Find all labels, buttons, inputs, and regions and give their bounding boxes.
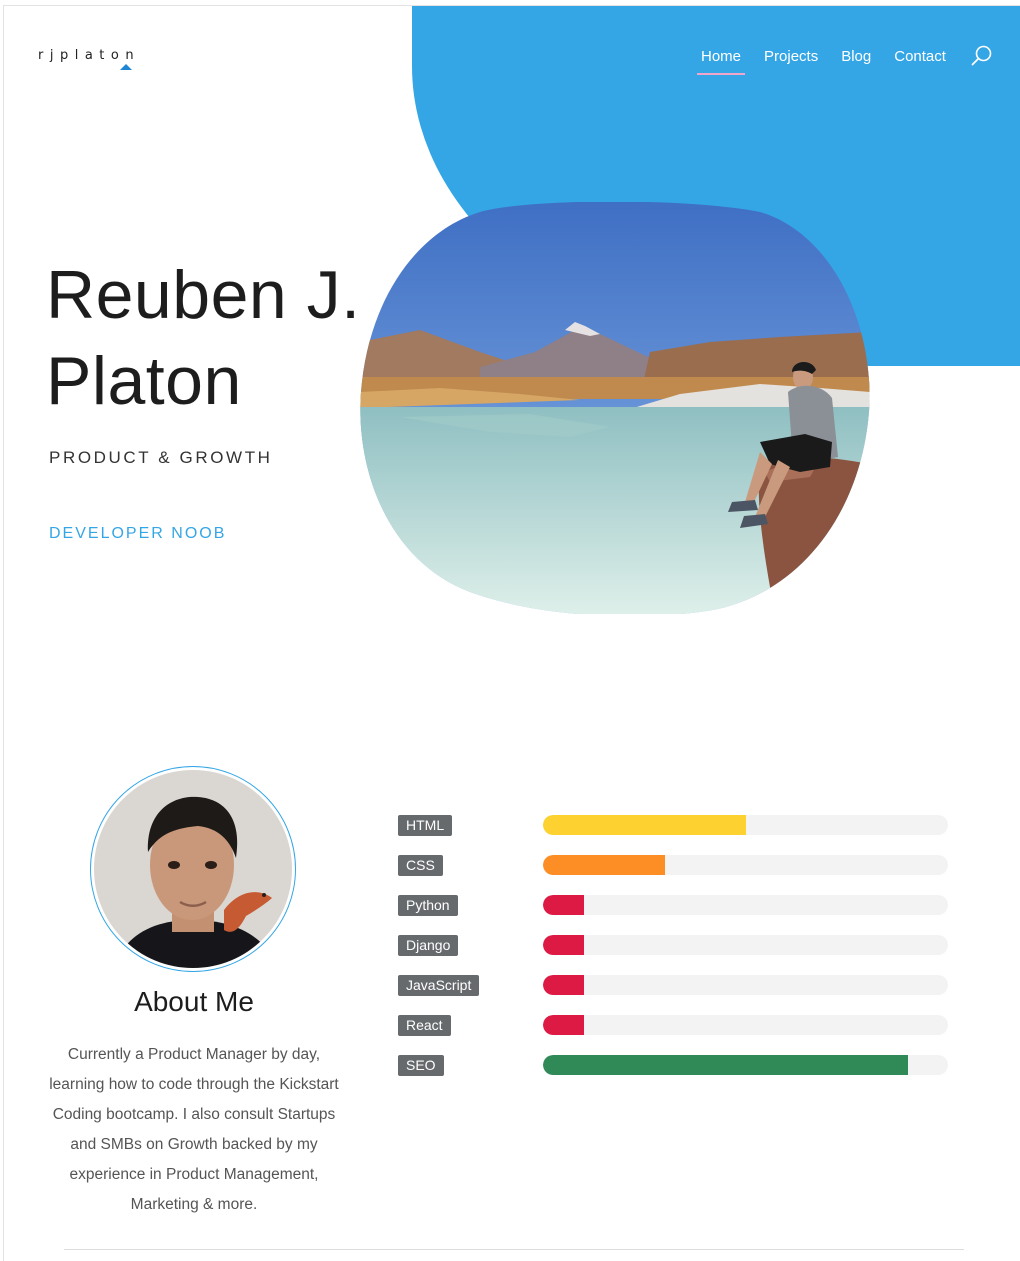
skill-bar-fill — [543, 895, 584, 915]
skill-bar-track — [543, 895, 948, 915]
skill-row: SEO — [398, 1054, 958, 1094]
site-logo[interactable]: rjplaton — [38, 48, 140, 63]
nav-blog[interactable]: Blog — [837, 46, 875, 75]
nav-contact[interactable]: Contact — [890, 46, 950, 75]
skills-list: HTML CSS Python Django JavaScript React SEO — [398, 814, 958, 1094]
skill-bar-fill — [543, 815, 746, 835]
about-title: About Me — [134, 986, 254, 1017]
page: rjplaton Home Projects Blog Contact Reub… — [3, 5, 1020, 1261]
skill-label: JavaScript — [398, 975, 480, 996]
skill-bar-fill — [543, 1055, 908, 1075]
skill-label: Django — [398, 935, 459, 956]
skill-label: Python — [398, 895, 458, 916]
skill-row: React — [398, 1014, 958, 1054]
hero-name: Reuben J. Platon — [46, 252, 360, 424]
about-text: Currently a Product Manager by day, lear… — [49, 1046, 339, 1213]
skill-bar-track — [543, 1015, 948, 1035]
skill-label: CSS — [398, 855, 443, 876]
skill-bar-track — [543, 815, 948, 835]
skill-row: Python — [398, 894, 958, 934]
skill-row: Django — [398, 934, 958, 974]
hero-name-line1: Reuben J. — [46, 257, 361, 333]
skill-label: React — [398, 1015, 451, 1036]
skill-bar-track — [543, 855, 948, 875]
skill-bar-track — [543, 975, 948, 995]
nav-projects[interactable]: Projects — [760, 46, 822, 75]
logo-mark-icon — [120, 64, 132, 70]
skill-bar-fill — [543, 935, 584, 955]
section-divider — [64, 1249, 964, 1250]
skill-bar-fill — [543, 855, 665, 875]
skill-row: HTML — [398, 814, 958, 854]
hero-tagline: PRODUCT & GROWTH — [49, 448, 273, 467]
skill-bar-fill — [543, 975, 584, 995]
main-nav: Home Projects Blog Contact — [697, 46, 965, 75]
hero-name-line2: Platon — [46, 343, 242, 419]
search-icon[interactable] — [970, 44, 994, 68]
skill-bar-track — [543, 935, 948, 955]
hero-subtag: DEVELOPER NOOB — [49, 525, 227, 542]
avatar — [94, 770, 292, 968]
skill-row: JavaScript — [398, 974, 958, 1014]
nav-home[interactable]: Home — [697, 46, 746, 75]
skill-label: HTML — [398, 815, 453, 836]
skill-bar-track — [543, 1055, 948, 1075]
skill-label: SEO — [398, 1055, 444, 1076]
skill-row: CSS — [398, 854, 958, 894]
skill-bar-fill — [543, 1015, 584, 1035]
hero-photo — [360, 202, 870, 614]
